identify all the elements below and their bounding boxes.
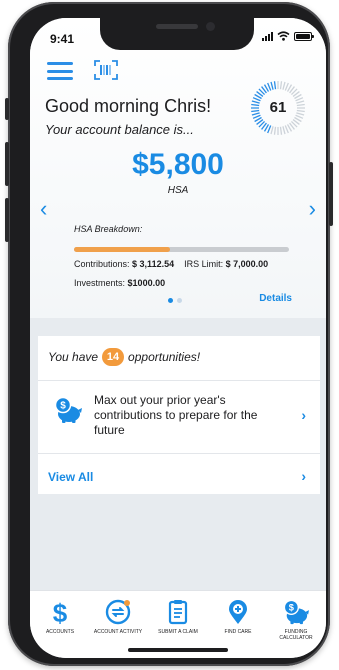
tab-funding-calculator[interactable]: $ FUNDING CALCULATOR — [268, 599, 324, 641]
opportunities-prefix: You have — [48, 350, 99, 364]
chevron-right-icon[interactable]: › — [301, 468, 306, 484]
health-score[interactable]: 61 — [250, 80, 306, 136]
tab-label: FIND CARE — [224, 629, 252, 635]
next-account-arrow-icon[interactable]: › — [309, 198, 316, 220]
battery-icon — [294, 31, 314, 41]
opportunity-item[interactable]: $ Max out your prior year's contribution… — [38, 381, 320, 453]
contributions-label: Contributions: — [74, 259, 130, 269]
status-time: 9:41 — [50, 32, 75, 46]
balance-subtitle: Your account balance is... — [45, 122, 194, 137]
irs-limit-value: $ 7,000.00 — [225, 259, 269, 269]
investments-value: $1000.00 — [127, 278, 166, 288]
balance-amount: $5,800 — [132, 148, 224, 181]
previous-account-arrow-icon[interactable]: ‹ — [40, 198, 47, 220]
tab-accounts[interactable]: $ ACCOUNTS — [32, 599, 88, 635]
opportunities-title: You have 14 opportunities! — [48, 348, 200, 366]
notch — [100, 18, 254, 50]
mute-switch — [5, 98, 9, 120]
score-value: 61 — [269, 99, 287, 116]
tab-find-care[interactable]: FIND CARE — [210, 599, 266, 635]
contribution-progress-fill — [74, 247, 170, 252]
piggy-bank-icon: $ — [54, 397, 82, 423]
status-icons — [262, 31, 314, 41]
opportunities-suffix: opportunities! — [128, 350, 201, 364]
svg-text:$: $ — [60, 401, 66, 412]
breakdown-title: HSA Breakdown: — [74, 224, 143, 234]
camera — [206, 22, 215, 31]
svg-text:$: $ — [289, 603, 295, 613]
wifi-icon — [277, 31, 290, 41]
investments-row: Investments: $1000.00 — [74, 278, 165, 288]
svg-text:$: $ — [53, 599, 68, 625]
tab-label: ACCOUNT ACTIVITY — [93, 629, 143, 635]
contribution-progress-bar — [74, 247, 289, 252]
tab-account-activity[interactable]: ACCOUNT ACTIVITY — [90, 599, 146, 635]
signal-icon — [262, 31, 273, 41]
hamburger-menu-icon[interactable] — [47, 62, 73, 80]
screen: 9:41 Good morning Chris! Your account ba… — [30, 18, 326, 658]
chevron-right-icon: › — [301, 407, 306, 423]
phone-frame: 9:41 Good morning Chris! Your account ba… — [5, 2, 333, 666]
barcode-scan-icon[interactable] — [94, 60, 118, 80]
location-plus-icon — [229, 600, 247, 624]
contributions-row: Contributions: $ 3,112.54 IRS Limit: $ 7… — [74, 259, 268, 269]
carousel-dot[interactable] — [177, 298, 182, 303]
contributions-value: $ 3,112.54 — [132, 259, 175, 269]
view-all-link[interactable]: View All — [48, 470, 93, 484]
tab-label: FUNDING CALCULATOR — [279, 629, 313, 641]
power-button — [329, 162, 333, 226]
tab-submit-claim[interactable]: SUBMIT A CLAIM — [150, 599, 206, 635]
tab-label: ACCOUNTS — [45, 629, 75, 635]
clipboard-icon — [168, 600, 188, 625]
account-activity-icon — [105, 599, 131, 625]
speaker — [156, 24, 198, 29]
balance-card: Good morning Chris! Your account balance… — [30, 18, 326, 318]
irs-limit-label: IRS Limit: — [184, 259, 224, 269]
tab-label: SUBMIT A CLAIM — [158, 629, 198, 635]
investments-label: Investments: — [74, 278, 126, 288]
dollar-icon: $ — [53, 599, 68, 625]
carousel-indicator — [168, 298, 182, 303]
details-link[interactable]: Details — [259, 293, 292, 304]
account-type: HSA — [167, 185, 189, 196]
opportunities-card: You have 14 opportunities! $ Max out you… — [38, 336, 320, 494]
volume-down-button — [5, 198, 9, 242]
piggy-bank-icon: $ — [283, 599, 309, 625]
carousel-dot[interactable] — [168, 298, 173, 303]
opportunity-text: Max out your prior year's contributions … — [94, 393, 258, 437]
opportunities-count-badge: 14 — [102, 348, 125, 366]
greeting: Good morning Chris! — [45, 96, 212, 116]
divider — [38, 453, 320, 454]
home-indicator — [128, 648, 228, 652]
volume-up-button — [5, 142, 9, 186]
